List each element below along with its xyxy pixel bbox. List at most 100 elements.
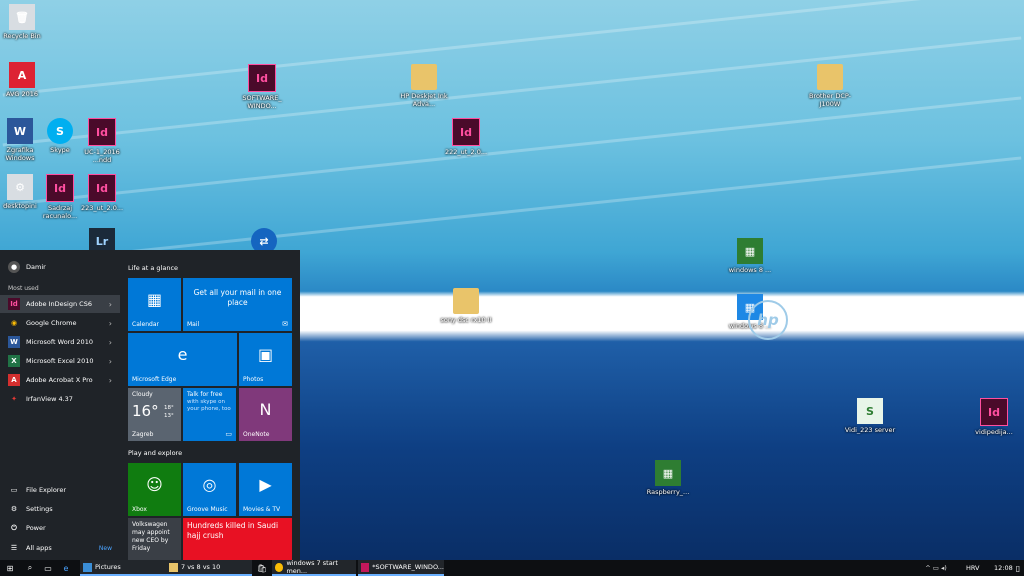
desktop-icon-avg[interactable]: A AVG 2016 — [0, 62, 50, 98]
task-view-icon[interactable]: ▭ — [40, 560, 56, 576]
tile-mail[interactable]: Get all your mail in one place Mail ✉ — [183, 278, 292, 331]
desktop-icon-sony[interactable]: sony dsc rx10 II — [438, 288, 494, 324]
all-apps-icon: ☰ — [10, 544, 18, 552]
language-label: HRV — [966, 564, 980, 572]
tile-edge[interactable]: e Microsoft Edge — [128, 333, 237, 386]
tile-calendar[interactable]: ▦ Calendar — [128, 278, 181, 331]
tile-news-vw[interactable]: Volkswagen may appoint new CEO by Friday — [128, 518, 181, 560]
item-label: Settings — [26, 505, 53, 513]
chrome-icon — [275, 562, 284, 572]
power-item[interactable]: ⏻ Power — [0, 519, 120, 537]
tile-groove[interactable]: ◎ Groove Music — [183, 463, 236, 516]
indesign-file-icon: Id — [88, 118, 116, 146]
indesign-file-icon: Id — [46, 174, 74, 202]
indesign-file-icon: Id — [248, 64, 276, 92]
app-excel[interactable]: X Microsoft Excel 2010 › — [0, 352, 120, 370]
app-acrobat[interactable]: A Adobe Acrobat X Pro › — [0, 371, 120, 389]
taskbar-app-label: windows 7 start men... — [286, 559, 338, 575]
desktop-icon-hp-deskjet[interactable]: HP Deskjet Ink Adva... — [396, 64, 452, 108]
mail-icon: ✉ — [282, 320, 288, 328]
desktop-icon-uc-2016[interactable]: Id UC-1_2016 ...ndd — [74, 118, 130, 164]
excel-icon: X — [8, 355, 20, 367]
system-tray[interactable]: ^ ▭ ◂) — [910, 560, 962, 576]
chevron-right-icon[interactable]: › — [109, 376, 112, 385]
icon-label: sony dsc rx10 II — [440, 316, 492, 324]
search-icon[interactable]: ⌕ — [22, 560, 38, 576]
settings-item[interactable]: ⚙ Settings — [0, 500, 120, 518]
taskbar: ⊞ ⌕ ▭ e Pictures 7 vs 8 vs 10 🛍 windows … — [0, 559, 1024, 576]
skype-tile-text: with skype on your phone, too — [187, 399, 231, 412]
desktop-icon-recycle-bin[interactable]: 🗑 Recycle Bin — [0, 4, 50, 40]
word-file-icon: W — [7, 118, 33, 144]
icon-label: 222_ut_2.0... — [444, 148, 488, 156]
settings-file-icon: ⚙ — [7, 174, 33, 200]
user-account[interactable]: ● Damir — [0, 258, 120, 276]
user-avatar-icon: ● — [8, 261, 20, 273]
desktop-icon-223[interactable]: Id 223_ut_2.0... — [74, 174, 130, 212]
taskbar-app-label: 7 vs 8 vs 10 — [181, 563, 221, 571]
taskbar-app-pictures[interactable]: Pictures — [80, 560, 166, 576]
clock-time: 12:08 — [994, 564, 1013, 572]
app-google-chrome[interactable]: ◉ Google Chrome › — [0, 314, 120, 332]
notifications-icon[interactable]: ▯ — [1012, 560, 1024, 576]
desktop-icon-brother[interactable]: Brother DCP-J100W — [802, 64, 858, 108]
tile-photos[interactable]: ▣ Photos — [239, 333, 292, 386]
taskbar-app-chrome[interactable]: windows 7 start men... — [272, 559, 356, 576]
clock[interactable]: 12:08 — [994, 560, 1013, 576]
all-apps-item[interactable]: ☰ All apps New — [0, 539, 120, 557]
chrome-icon: ◉ — [10, 319, 18, 327]
tile-movies[interactable]: ▶ Movies & TV — [239, 463, 292, 516]
user-name: Damir — [26, 263, 46, 271]
file-explorer-item[interactable]: ▭ File Explorer — [0, 481, 120, 499]
tile-skype[interactable]: Talk for free with skype on your phone, … — [183, 388, 236, 441]
folder-icon — [453, 288, 479, 314]
news-headline: Volkswagen may appoint new CEO by Friday — [132, 521, 170, 552]
new-badge: New — [98, 544, 112, 552]
edge-taskbar-icon[interactable]: e — [58, 560, 74, 576]
chevron-right-icon[interactable]: › — [109, 338, 112, 347]
start-menu: ● Damir Most used Id Adobe InDesign CS6 … — [0, 250, 300, 560]
icon-label: UC-1_2016 ...ndd — [84, 148, 120, 164]
avg-icon: A — [9, 62, 35, 88]
tile-label: Groove Music — [187, 506, 228, 513]
desktop-icon-software-windo[interactable]: Id SOFTWARE_ WINDO... — [234, 64, 290, 110]
icon-label: Recycle Bin — [3, 32, 41, 40]
tile-xbox[interactable]: ☺ Xbox — [128, 463, 181, 516]
taskbar-app-indesign[interactable]: *SOFTWARE_WINDO... — [358, 560, 444, 576]
calendar-icon: ▦ — [146, 290, 163, 309]
desktop-icon-222[interactable]: Id 222_ut_2.0... — [438, 118, 494, 156]
chevron-right-icon[interactable]: › — [109, 300, 112, 309]
tile-label: OneNote — [243, 431, 270, 438]
weather-condition: Cloudy — [132, 391, 153, 398]
desktop-icon-raspberry[interactable]: ▦ Raspberry_... — [640, 460, 696, 496]
word-icon: W — [8, 336, 20, 348]
recycle-bin-icon: 🗑 — [9, 4, 35, 30]
language-indicator[interactable]: HRV — [966, 560, 980, 576]
indesign-file-icon: Id — [452, 118, 480, 146]
weather-low: 13° — [164, 413, 174, 419]
pictures-folder-icon — [83, 562, 92, 572]
tile-onenote[interactable]: N OneNote — [239, 388, 292, 441]
weather-high: 18° — [164, 405, 174, 411]
app-adobe-indesign[interactable]: Id Adobe InDesign CS6 › — [0, 295, 120, 313]
tile-label: Xbox — [132, 506, 147, 513]
desktop-icon-vidi-server[interactable]: S Vidi_223 server — [842, 398, 898, 434]
chevron-right-icon[interactable]: › — [109, 319, 112, 328]
indesign-icon: Id — [8, 298, 20, 310]
taskbar-app-folder[interactable]: 7 vs 8 vs 10 — [166, 560, 252, 576]
taskbar-app-label: Pictures — [95, 563, 121, 571]
desktop-icon-windows8-a[interactable]: ▦ windows 8 ... — [722, 238, 778, 274]
desktop-icon-vidipedija[interactable]: Id vidipedija... — [966, 398, 1022, 436]
app-word[interactable]: W Microsoft Word 2010 › — [0, 333, 120, 351]
icon-label: HP Deskjet Ink Adva... — [400, 92, 448, 108]
start-button[interactable]: ⊞ — [2, 560, 18, 576]
app-irfanview[interactable]: ✦ IrfanView 4.37 — [0, 390, 120, 408]
icon-label: vidipedija... — [975, 428, 1013, 436]
tile-label: Microsoft Edge — [132, 376, 177, 383]
chevron-right-icon[interactable]: › — [109, 357, 112, 366]
start-tiles-pane: Life at a glance ▦ Calendar Get all your… — [120, 250, 300, 560]
tile-news-hajj[interactable]: Hundreds killed in Saudi hajj crush — [183, 518, 292, 560]
acrobat-icon: A — [8, 374, 20, 386]
store-icon[interactable]: 🛍 — [254, 560, 270, 576]
tile-weather[interactable]: Cloudy 16° 18° 13° Zagreb — [128, 388, 181, 441]
